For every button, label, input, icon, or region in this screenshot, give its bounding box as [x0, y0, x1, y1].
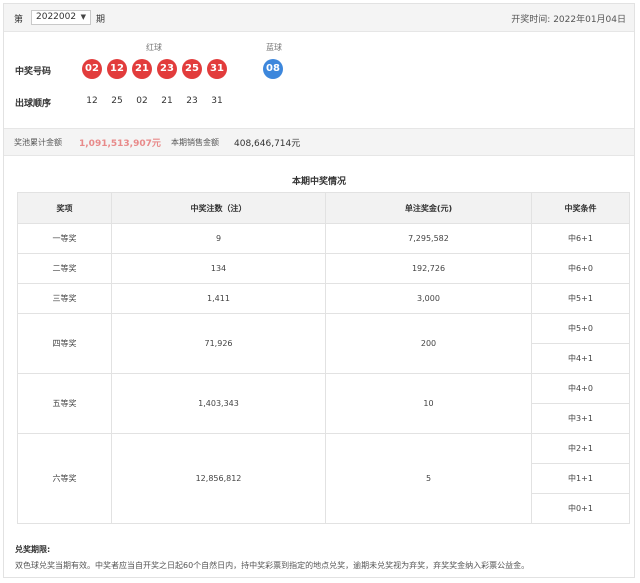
prize-amount: 3,000: [325, 283, 532, 314]
draw-order-number: 21: [161, 96, 173, 106]
winner-count: 9: [111, 223, 326, 254]
prize-condition: 中3+1: [531, 403, 630, 434]
winner-count: 71,926: [111, 313, 326, 374]
table-row: 五等奖 1,403,343 10 中4+0: [17, 373, 630, 434]
prize-condition: 中6+0: [531, 253, 630, 284]
prize-condition: 中5+0: [531, 313, 630, 344]
prize-amount: 192,726: [325, 253, 532, 284]
draw-order-label: 出球顺序: [15, 99, 52, 109]
chevron-down-icon: ▼: [80, 13, 86, 21]
blue-ball: 08: [263, 59, 283, 79]
blue-ball-label: 蓝球: [266, 43, 282, 52]
pool-bar: 奖池累计金额 1,091,513,907元 本期销售金额 408,646,714…: [4, 128, 634, 156]
sales-label: 本期销售金额: [171, 138, 219, 147]
prize-condition: 中5+1: [531, 283, 630, 314]
red-ball: 25: [182, 59, 202, 79]
column-header: 中奖条件: [531, 192, 630, 224]
issue-select[interactable]: 2022002 ▼: [31, 10, 91, 25]
top-bar: 第 2022002 ▼ 期 开奖时间: 2022年01月04日: [4, 4, 634, 32]
pool-value: 1,091,513,907元: [79, 139, 161, 149]
prize-amount: 5: [325, 433, 532, 524]
red-ball: 23: [157, 59, 177, 79]
prize-level: 六等奖: [17, 433, 112, 524]
table-row: 二等奖 134 192,726 中6+0: [17, 253, 630, 284]
column-header: 奖项: [17, 192, 112, 224]
prize-table-title: 本期中奖情况: [291, 177, 346, 187]
red-ball: 21: [132, 59, 152, 79]
prize-condition: 中0+1: [531, 493, 630, 524]
winner-count: 1,403,343: [111, 373, 326, 434]
draw-order-number: 31: [211, 96, 223, 106]
issue-suffix: 期: [96, 15, 106, 25]
draw-time-label: 开奖时间:: [511, 15, 551, 25]
prize-condition: 中2+1: [531, 433, 630, 464]
prize-condition: 中6+1: [531, 223, 630, 254]
winner-count: 1,411: [111, 283, 326, 314]
draw-order-number: 02: [136, 96, 148, 106]
prize-amount: 10: [325, 373, 532, 434]
prize-table: 奖项 中奖注数（注） 单注奖金(元) 中奖条件 一等奖 9 7,295,582 …: [17, 192, 630, 524]
red-ball: 02: [82, 59, 102, 79]
prize-condition: 中4+1: [531, 343, 630, 374]
prize-level: 二等奖: [17, 253, 112, 284]
redeem-deadline-title: 兑奖期限:: [15, 545, 51, 554]
sales-value: 408,646,714元: [234, 139, 301, 149]
prize-level: 五等奖: [17, 373, 112, 434]
table-header-row: 奖项 中奖注数（注） 单注奖金(元) 中奖条件: [17, 192, 630, 224]
winner-count: 134: [111, 253, 326, 284]
prize-amount: 7,295,582: [325, 223, 532, 254]
draw-order-number: 23: [186, 96, 198, 106]
table-row: 六等奖 12,856,812 5 中2+1: [17, 433, 630, 524]
column-header: 单注奖金(元): [325, 192, 532, 224]
lottery-result-panel: 第 2022002 ▼ 期 开奖时间: 2022年01月04日 红球 蓝球 中奖…: [3, 3, 635, 578]
winner-count: 12,856,812: [111, 433, 326, 524]
table-row: 三等奖 1,411 3,000 中5+1: [17, 283, 630, 314]
draw-order-number: 25: [111, 96, 123, 106]
draw-time-value: 2022年01月04日: [553, 15, 626, 25]
redeem-deadline-text: 双色球兑奖当期有效。中奖者应当自开奖之日起60个自然日内，持中奖彩票到指定的地点…: [15, 561, 530, 570]
table-row: 一等奖 9 7,295,582 中6+1: [17, 223, 630, 254]
column-header: 中奖注数（注）: [111, 192, 326, 224]
prize-amount: 200: [325, 313, 532, 374]
red-ball-label: 红球: [146, 43, 162, 52]
prize-level: 四等奖: [17, 313, 112, 374]
red-ball: 12: [107, 59, 127, 79]
table-row: 四等奖 71,926 200 中5+0: [17, 313, 630, 374]
prize-condition: 中1+1: [531, 463, 630, 494]
prize-condition: 中4+0: [531, 373, 630, 404]
red-ball: 31: [207, 59, 227, 79]
pool-label: 奖池累计金额: [14, 138, 62, 147]
prize-level: 三等奖: [17, 283, 112, 314]
prize-level: 一等奖: [17, 223, 112, 254]
winning-numbers-label: 中奖号码: [15, 67, 52, 77]
issue-prefix: 第: [14, 15, 24, 25]
issue-select-value: 2022002: [36, 12, 77, 22]
draw-time: 开奖时间: 2022年01月04日: [511, 12, 626, 25]
draw-order-number: 12: [86, 96, 98, 106]
